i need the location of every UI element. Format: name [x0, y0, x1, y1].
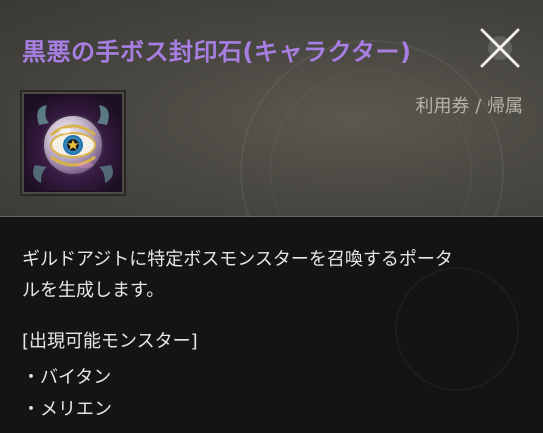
description-line-2: ルを生成します。	[22, 280, 165, 301]
item-description: ギルドアジトに特定ボスモンスターを召喚するポータ ルを生成します。	[22, 244, 522, 306]
monster-list-item: ・バイタン	[22, 367, 112, 388]
item-name: 黒悪の手ボス封印石(キャラクター)	[22, 38, 412, 66]
spawnable-monsters-heading: [出現可能モンスター]	[22, 331, 198, 352]
item-tooltip: 黒悪の手ボス封印石(キャラクター) 利用券 / 帰属 ギルドアジトに特定ボスモン…	[0, 0, 543, 433]
close-x-icon	[480, 28, 520, 68]
monster-list-item: ・メリエン	[22, 399, 112, 420]
description-line-1: ギルドアジトに特定ボスモンスターを召喚するポータ	[22, 249, 453, 270]
close-button[interactable]	[476, 24, 524, 72]
tooltip-body: ギルドアジトに特定ボスモンスターを召喚するポータ ルを生成します。 [出現可能モ…	[0, 217, 543, 433]
item-type-label: 利用券 / 帰属	[415, 96, 523, 117]
sealed-eye-orb-icon	[25, 95, 121, 191]
item-icon-frame	[20, 90, 126, 196]
tooltip-header: 黒悪の手ボス封印石(キャラクター) 利用券 / 帰属	[0, 0, 543, 304]
